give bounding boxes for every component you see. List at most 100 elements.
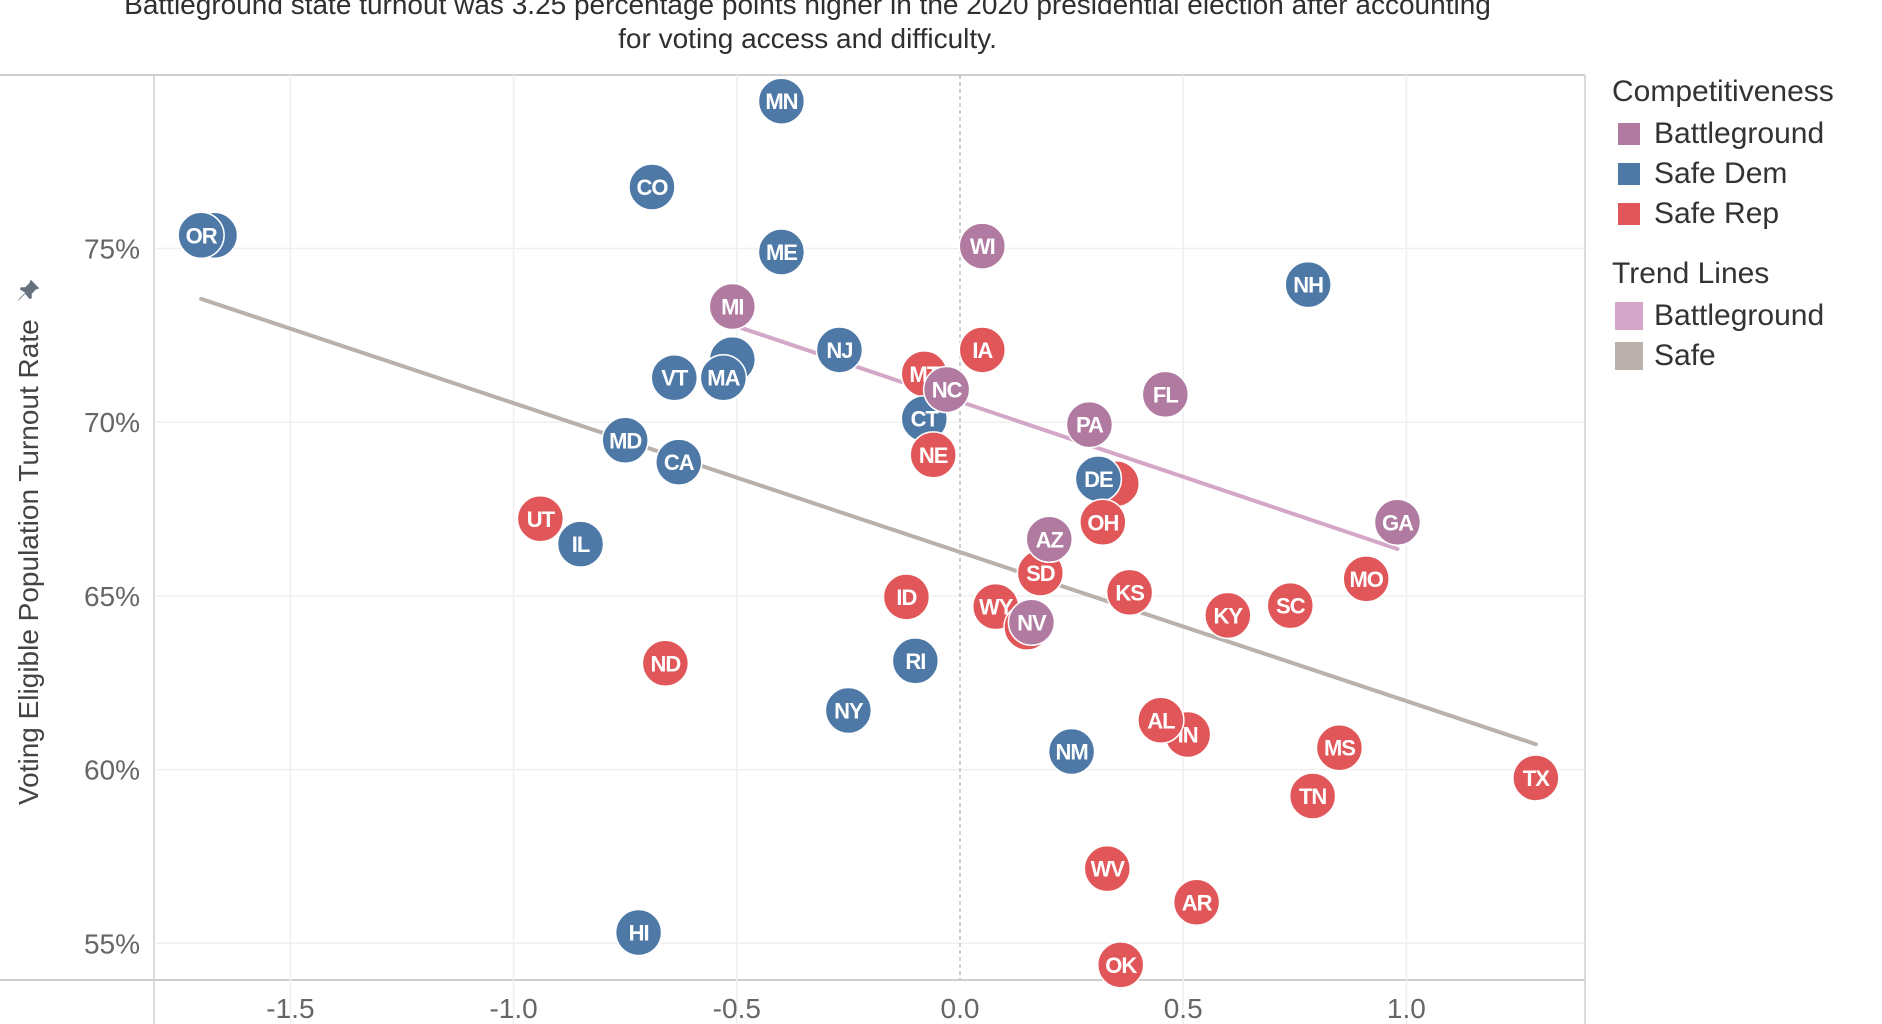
- state-label: NM: [1055, 740, 1087, 765]
- x-tick-label: 0.0: [941, 993, 980, 1024]
- state-point-nd[interactable]: ND: [641, 639, 690, 688]
- state-point-co[interactable]: CO: [628, 163, 676, 211]
- state-point-fl[interactable]: FL: [1141, 370, 1190, 419]
- state-point-mo[interactable]: MO: [1342, 555, 1390, 603]
- state-label: ME: [766, 240, 797, 265]
- state-label: KY: [1214, 603, 1244, 628]
- state-label: MS: [1324, 736, 1355, 761]
- legend-item-trend-safe[interactable]: Safe: [1612, 336, 1834, 376]
- state-label: AZ: [1036, 527, 1064, 552]
- state-label: AL: [1147, 708, 1175, 733]
- state-label: DE: [1084, 467, 1113, 492]
- y-tick-label: 60%: [84, 755, 140, 786]
- x-tick-label: -1.5: [266, 993, 314, 1024]
- state-point-tx[interactable]: TX: [1512, 754, 1560, 802]
- state-point-pa[interactable]: PA: [1065, 400, 1114, 449]
- state-point-nh[interactable]: NH: [1284, 260, 1332, 309]
- legend-swatch: [1618, 163, 1640, 185]
- state-point-ga[interactable]: GA: [1373, 498, 1422, 547]
- state-point-il[interactable]: IL: [556, 520, 605, 568]
- state-point-ca[interactable]: CA: [655, 438, 703, 486]
- state-label: VT: [661, 366, 689, 391]
- state-point-mn[interactable]: MN: [757, 77, 806, 125]
- state-label: TX: [1523, 766, 1550, 791]
- state-label: SD: [1026, 561, 1055, 586]
- state-label: CA: [664, 450, 695, 475]
- state-label: CT: [911, 407, 940, 432]
- state-point-nm[interactable]: NM: [1047, 727, 1096, 776]
- legend-item-safe-rep[interactable]: Safe Rep: [1612, 194, 1834, 234]
- state-point-nj[interactable]: NJ: [815, 326, 864, 374]
- state-label: ID: [896, 585, 916, 610]
- state-label: NJ: [826, 338, 852, 363]
- state-point-id[interactable]: ID: [882, 573, 931, 621]
- state-point-ms[interactable]: MS: [1315, 723, 1364, 772]
- state-label: KS: [1115, 580, 1144, 605]
- state-label: NE: [919, 443, 948, 468]
- state-point-oh[interactable]: OH: [1079, 498, 1127, 547]
- state-label: OH: [1087, 510, 1118, 535]
- state-point-ks[interactable]: KS: [1105, 568, 1154, 617]
- state-point-mi[interactable]: MI: [708, 282, 757, 331]
- x-tick-label: 1.0: [1387, 993, 1426, 1024]
- state-label: GA: [1382, 510, 1414, 535]
- state-point-ut[interactable]: UT: [516, 495, 565, 543]
- state-point-ne[interactable]: NE: [909, 431, 957, 479]
- y-tick-label: 75%: [84, 234, 140, 265]
- state-point-ar[interactable]: AR: [1172, 878, 1221, 927]
- state-label: HI: [629, 921, 649, 946]
- gridlines: [154, 75, 1585, 1024]
- state-point-nv[interactable]: NV: [1007, 598, 1056, 647]
- state-point-al[interactable]: AL: [1137, 696, 1185, 745]
- y-axis-ticks: 55% 60% 65% 70% 75%: [84, 234, 140, 960]
- state-label: WV: [1091, 857, 1126, 882]
- legend-swatch: [1615, 342, 1643, 370]
- state-label: ND: [650, 651, 680, 676]
- state-point-sc[interactable]: SC: [1266, 581, 1315, 630]
- state-label: PA: [1076, 413, 1104, 438]
- state-label: NY: [834, 699, 864, 724]
- legend-group-competitiveness: Competitiveness Battleground Safe Dem Sa…: [1612, 74, 1834, 234]
- state-label: MN: [765, 89, 797, 114]
- state-point-wi[interactable]: WI: [958, 222, 1007, 270]
- state-label: SC: [1276, 594, 1306, 619]
- state-point-de[interactable]: DE: [1074, 455, 1123, 503]
- legend-swatch: [1615, 302, 1643, 330]
- state-label: NH: [1293, 273, 1323, 298]
- state-point-nc[interactable]: NC: [922, 365, 971, 414]
- state-point-me[interactable]: ME: [757, 228, 806, 276]
- state-label: IA: [972, 338, 993, 363]
- trend-lines: [199, 296, 1538, 747]
- pin-icon[interactable]: [16, 278, 42, 311]
- state-label: TN: [1299, 784, 1326, 809]
- state-label: IL: [572, 532, 590, 557]
- legend-item-safe-dem[interactable]: Safe Dem: [1612, 154, 1834, 194]
- state-point-tn[interactable]: TN: [1288, 772, 1337, 820]
- x-tick-label: -0.5: [713, 993, 761, 1024]
- state-point-hi[interactable]: HI: [614, 908, 663, 957]
- state-point-or[interactable]: OR: [177, 211, 225, 260]
- legend-group-trend-lines: Trend Lines Battleground Safe: [1612, 256, 1834, 376]
- plot-frame: [0, 74, 1586, 1024]
- legend-item-battleground[interactable]: Battleground: [1612, 114, 1834, 154]
- state-point-ri[interactable]: RI: [891, 637, 940, 685]
- state-label: MA: [707, 366, 740, 391]
- x-axis-ticks: -1.5 -1.0 -0.5 0.0 0.5 1.0: [266, 993, 1426, 1024]
- state-label: UT: [527, 507, 556, 532]
- state-point-ma[interactable]: MA: [699, 353, 748, 402]
- state-label: CO: [636, 175, 668, 200]
- state-point-ia[interactable]: IA: [958, 326, 1007, 374]
- state-point-ok[interactable]: OK: [1096, 941, 1145, 989]
- state-point-md[interactable]: MD: [601, 416, 649, 465]
- state-label: WI: [970, 234, 995, 259]
- state-point-vt[interactable]: VT: [650, 353, 699, 402]
- state-point-wv[interactable]: WV: [1083, 844, 1132, 893]
- state-point-ny[interactable]: NY: [824, 686, 873, 735]
- state-point-az[interactable]: AZ: [1025, 515, 1074, 564]
- scatter-plot: -1.5 -1.0 -0.5 0.0 0.5 1.0 55% 60% 65% 70% 75% OR…: [0, 74, 1586, 1024]
- legend-item-trend-battleground[interactable]: Battleground: [1612, 296, 1834, 336]
- y-axis-label: Voting Eligible Population Turnout Rate: [12, 278, 45, 805]
- legend-label: Safe: [1654, 339, 1716, 372]
- y-tick-label: 55%: [84, 928, 140, 959]
- state-point-ky[interactable]: KY: [1204, 591, 1252, 640]
